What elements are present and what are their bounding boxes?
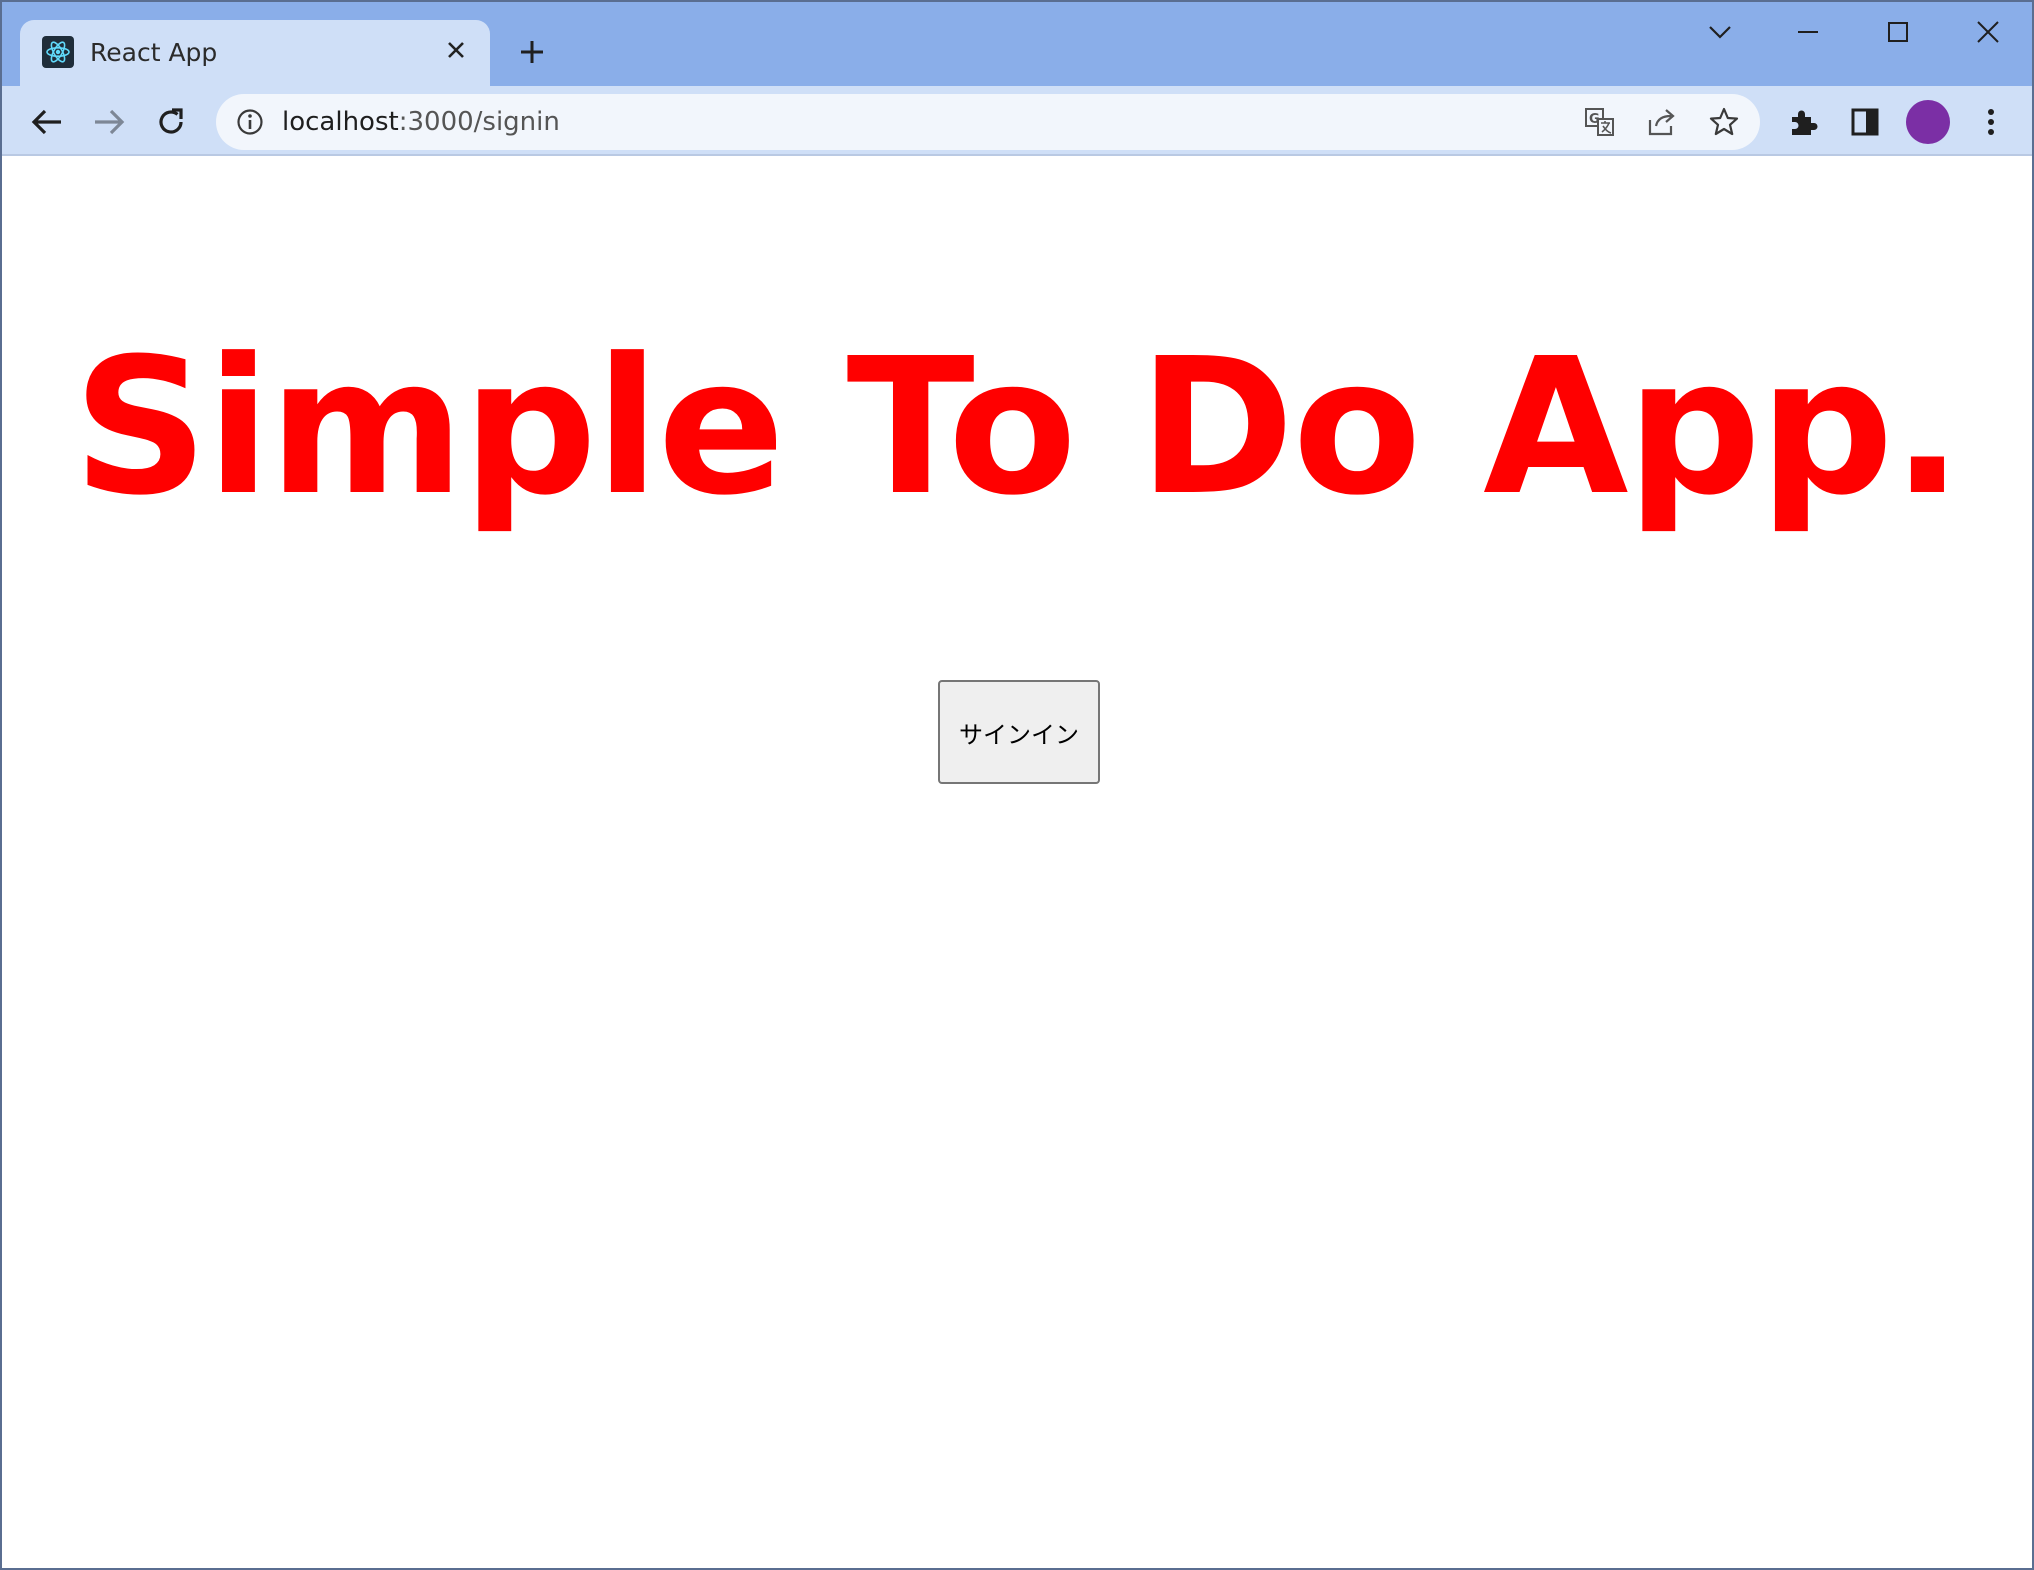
signin-button[interactable]: サインイン — [938, 680, 1100, 784]
page-title: Simple To Do App. — [72, 318, 1963, 537]
page-content: Simple To Do App. サインイン — [2, 158, 2032, 1568]
url-path: :3000/signin — [398, 107, 560, 137]
reload-icon[interactable] — [148, 99, 194, 145]
url-host: localhost — [282, 107, 399, 137]
translate-icon[interactable]: G — [1582, 104, 1618, 140]
tab-strip: React App — [2, 2, 2032, 86]
browser-tab[interactable]: React App — [20, 20, 490, 86]
side-panel-icon[interactable] — [1842, 99, 1888, 145]
maximize-icon[interactable] — [1868, 10, 1928, 54]
info-icon[interactable] — [232, 104, 268, 140]
share-icon[interactable] — [1644, 104, 1680, 140]
plus-icon — [521, 41, 543, 63]
new-tab-button[interactable] — [512, 32, 552, 72]
browser-window: React App localhost:3000/signin G Simple… — [0, 0, 2034, 1570]
tab-title: React App — [90, 38, 218, 67]
forward-arrow-icon[interactable] — [86, 99, 132, 145]
profile-avatar[interactable] — [1906, 100, 1950, 144]
close-tab-icon[interactable] — [440, 34, 472, 66]
tab-search-chevron-icon[interactable] — [1690, 10, 1750, 54]
react-logo-icon — [42, 36, 74, 68]
close-window-icon[interactable] — [1958, 10, 2018, 54]
extensions-icon[interactable] — [1780, 99, 1826, 145]
star-icon[interactable] — [1706, 104, 1742, 140]
browser-toolbar: localhost:3000/signin G — [2, 86, 2032, 156]
minimize-icon[interactable] — [1778, 10, 1838, 54]
kebab-menu-icon[interactable] — [1968, 99, 2014, 145]
back-arrow-icon[interactable] — [24, 99, 70, 145]
address-bar[interactable]: localhost:3000/signin G — [216, 94, 1760, 150]
url-text: localhost:3000/signin — [282, 107, 560, 137]
